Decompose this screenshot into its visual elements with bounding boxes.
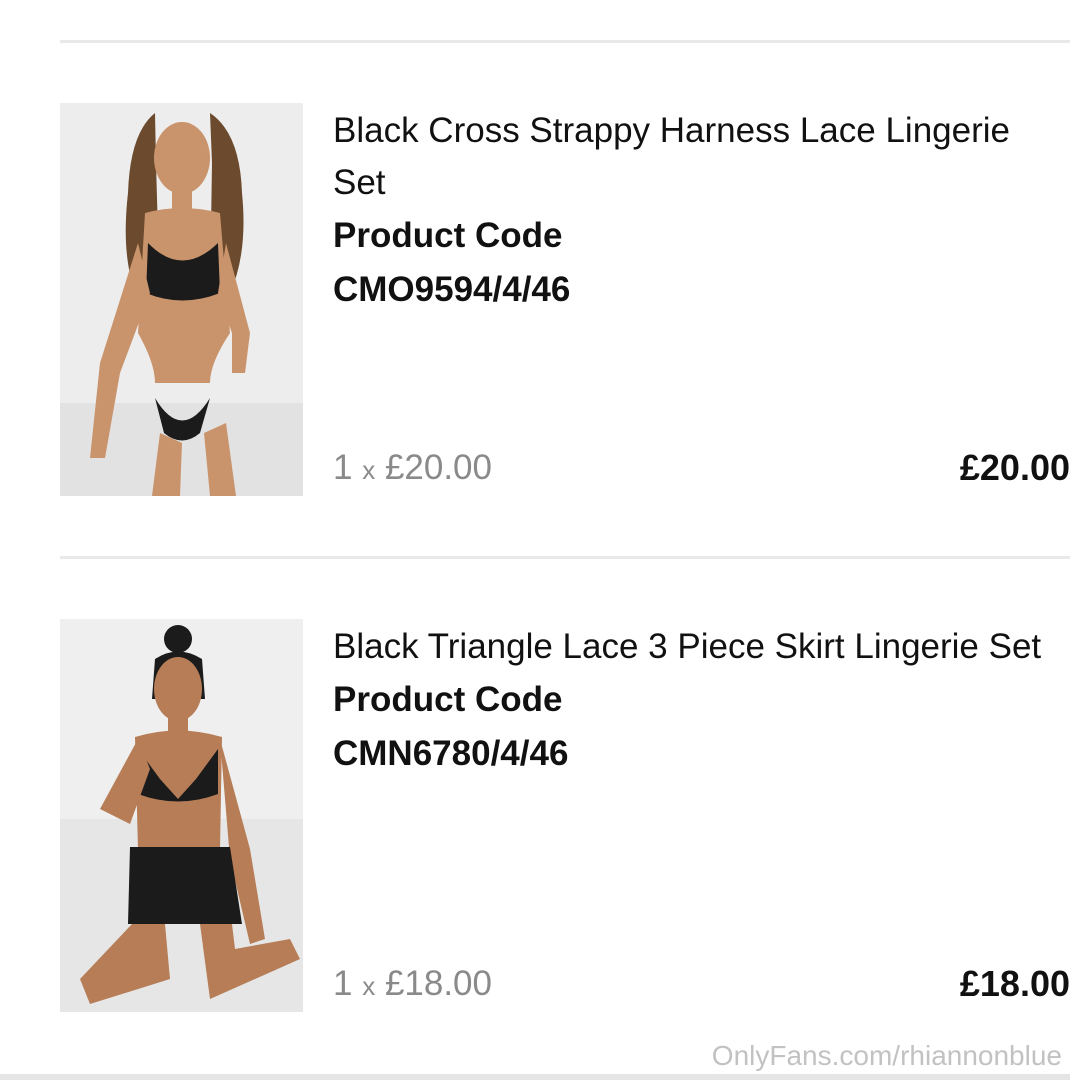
product-photo-icon — [60, 103, 303, 496]
product-title[interactable]: Black Triangle Lace 3 Piece Skirt Linger… — [333, 621, 1053, 673]
divider-top — [60, 40, 1070, 43]
cart-item: Black Cross Strappy Harness Lace Lingeri… — [60, 103, 1070, 497]
product-code-label: Product Code — [333, 680, 563, 719]
line-total: £20.00 — [959, 447, 1070, 488]
bottom-bar — [0, 1074, 1070, 1080]
order-items-page: Black Cross Strappy Harness Lace Lingeri… — [0, 0, 1070, 1080]
item-details: Black Triangle Lace 3 Piece Skirt Linger… — [333, 621, 1070, 781]
item-details: Black Cross Strappy Harness Lace Lingeri… — [333, 105, 1070, 317]
product-code-value: CMO9594/4/46 — [333, 270, 571, 309]
cart-item: Black Triangle Lace 3 Piece Skirt Linger… — [60, 619, 1070, 1013]
product-title[interactable]: Black Cross Strappy Harness Lace Lingeri… — [333, 105, 1053, 209]
quantity-multiplier: x — [362, 455, 376, 485]
unit-price: £18.00 — [384, 964, 492, 1003]
unit-price: £20.00 — [384, 448, 492, 487]
watermark-text: OnlyFans.com/rhiannonblue — [711, 1040, 1062, 1071]
product-code-value: CMN6780/4/46 — [333, 734, 569, 773]
line-total: £18.00 — [959, 963, 1070, 1004]
quantity-price: 1 x £18.00 — [333, 964, 492, 1004]
quantity-multiplier: x — [362, 971, 376, 1001]
quantity-count: 1 — [333, 964, 353, 1003]
product-code-label: Product Code — [333, 216, 563, 255]
quantity-count: 1 — [333, 448, 353, 487]
product-photo-icon — [60, 619, 303, 1012]
divider-middle — [60, 556, 1070, 559]
product-image[interactable] — [60, 103, 303, 496]
product-image[interactable] — [60, 619, 303, 1012]
quantity-price: 1 x £20.00 — [333, 448, 492, 488]
